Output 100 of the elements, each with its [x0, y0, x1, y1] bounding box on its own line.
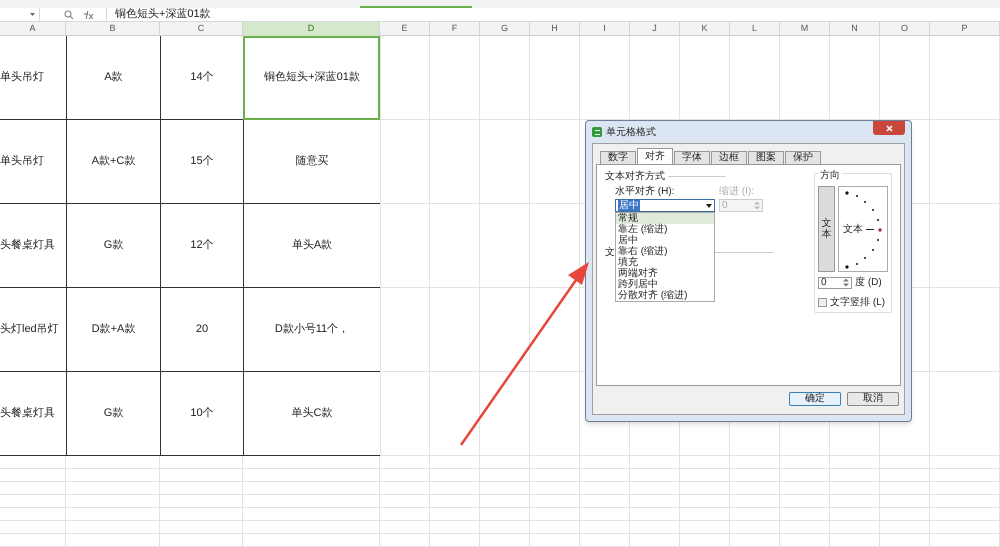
empty-cell: [380, 469, 430, 482]
table-cell: 20: [160, 288, 243, 372]
dropdown-option[interactable]: 常规: [616, 213, 714, 224]
empty-cell: [480, 482, 530, 495]
empty-cell: [730, 508, 780, 521]
table-cell: D款+A款: [66, 288, 160, 372]
zoom-icon[interactable]: [64, 10, 74, 20]
table-cell: 14个: [160, 36, 243, 120]
close-icon: [886, 124, 892, 132]
column-header[interactable]: A: [0, 22, 66, 36]
dialog-tab[interactable]: 边框: [711, 151, 747, 164]
empty-cell: [530, 508, 580, 521]
empty-cell: [680, 508, 730, 521]
empty-cell: [0, 508, 66, 521]
dialog-tab[interactable]: 图案: [748, 151, 784, 164]
empty-cell: [930, 482, 1000, 495]
spinbox-value: 0: [821, 276, 827, 290]
empty-cell: [580, 469, 630, 482]
dropdown-field[interactable]: 居中: [615, 199, 715, 212]
empty-cell: [580, 534, 630, 547]
table-cell: 10个: [160, 372, 243, 456]
empty-cell: [880, 508, 930, 521]
empty-cell: [430, 456, 480, 469]
table-cell: 单头吊灯: [0, 36, 66, 120]
column-header[interactable]: D: [243, 22, 380, 36]
column-header[interactable]: H: [530, 22, 580, 36]
column-header[interactable]: L: [730, 22, 780, 36]
empty-cell: [680, 534, 730, 547]
empty-cell: [730, 495, 780, 508]
column-header[interactable]: B: [66, 22, 160, 36]
checkbox[interactable]: [818, 298, 828, 307]
field-label: 水平对齐 (H):: [615, 184, 676, 199]
degree-spinbox[interactable]: 0: [818, 276, 852, 288]
empty-cell: [930, 456, 1000, 469]
empty-cell: [580, 495, 630, 508]
column-header[interactable]: I: [580, 22, 630, 36]
orientation-dial[interactable]: 文本: [838, 186, 888, 272]
empty-cell: [930, 495, 1000, 508]
empty-cell: [780, 534, 830, 547]
column-header[interactable]: M: [780, 22, 830, 36]
empty-cell: [630, 508, 680, 521]
empty-cell: [530, 521, 580, 534]
empty-cell: [630, 469, 680, 482]
dialog-tab[interactable]: 字体: [674, 151, 710, 164]
vertical-text-button[interactable]: 文本: [818, 186, 836, 272]
empty-cell: [430, 482, 480, 495]
column-header[interactable]: G: [480, 22, 530, 36]
empty-cell: [480, 508, 530, 521]
empty-cell: [480, 521, 530, 534]
dialog-tab[interactable]: 数字: [600, 151, 636, 164]
empty-cell: [480, 469, 530, 482]
empty-cell: [680, 521, 730, 534]
empty-cell: [530, 469, 580, 482]
empty-cell: [530, 534, 580, 547]
table-cell: 头灯led吊灯: [0, 288, 66, 372]
empty-cell: [780, 482, 830, 495]
empty-cell: [0, 521, 66, 534]
column-header[interactable]: O: [880, 22, 930, 36]
cancel-button[interactable]: 取消: [847, 392, 899, 406]
spinner-icon: [843, 278, 850, 287]
empty-cell: [680, 495, 730, 508]
empty-cell: [880, 534, 930, 547]
column-header[interactable]: K: [680, 22, 730, 36]
empty-cell: [0, 495, 66, 508]
dropdown-value: 居中: [618, 200, 640, 211]
column-header[interactable]: E: [380, 22, 430, 36]
empty-cell: [630, 482, 680, 495]
empty-cell: [530, 495, 580, 508]
empty-cell: [580, 482, 630, 495]
table-cell: 单头A款: [243, 204, 380, 288]
empty-cell: [630, 456, 680, 469]
empty-cell: [830, 482, 880, 495]
column-header[interactable]: N: [830, 22, 880, 36]
empty-cell: [0, 534, 66, 547]
dialog-tab[interactable]: 对齐: [637, 148, 673, 164]
close-button[interactable]: [873, 121, 905, 135]
empty-cell: [530, 456, 580, 469]
caret-icon: [30, 13, 35, 16]
checkbox-label: 文字竖排 (L): [830, 296, 886, 310]
empty-cell: [780, 521, 830, 534]
empty-cell: [580, 521, 630, 534]
empty-cell: [430, 469, 480, 482]
column-header[interactable]: J: [630, 22, 680, 36]
dialog-tab[interactable]: 保护: [785, 151, 821, 164]
table-cell: A款: [66, 36, 160, 120]
empty-cell: [480, 534, 530, 547]
table-cell: 15个: [160, 120, 243, 204]
function-icon[interactable]: [82, 10, 94, 20]
empty-cell: [930, 508, 1000, 521]
empty-cell: [430, 508, 480, 521]
column-header[interactable]: F: [430, 22, 480, 36]
empty-cell: [630, 495, 680, 508]
empty-cell: [830, 495, 880, 508]
empty-cell: [730, 534, 780, 547]
table-cell: 随意买: [243, 120, 380, 204]
table-cell: D款小号11个，: [243, 288, 380, 372]
empty-cell: [780, 508, 830, 521]
column-header[interactable]: P: [930, 22, 1000, 36]
empty-cell: [730, 521, 780, 534]
ok-button[interactable]: 确定: [789, 392, 841, 406]
